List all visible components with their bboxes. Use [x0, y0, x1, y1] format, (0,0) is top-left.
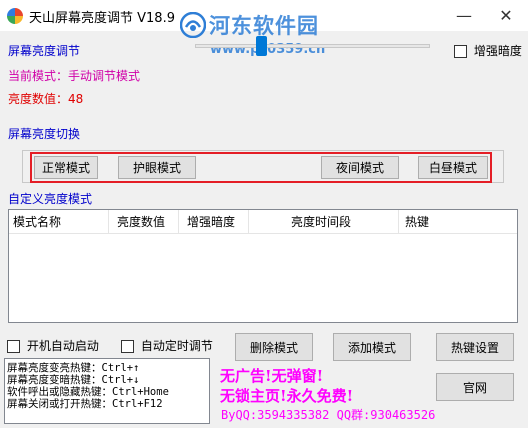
autostart-label: 开机自动启动: [26, 339, 99, 353]
hotkey-show-hide: 软件呼出或隐藏热键：Ctrl+Home: [7, 386, 169, 398]
window-title: 天山屏幕亮度调节 V18.9: [29, 11, 175, 26]
column-header-enhance-dark[interactable]: 增强暗度: [179, 210, 249, 234]
column-header-hotkey[interactable]: 热键: [399, 210, 517, 234]
brightness-label: 屏幕亮度调节: [8, 44, 81, 58]
brightness-value-text: 亮度数值：48: [8, 92, 84, 106]
watermark-logo-icon: [180, 12, 206, 38]
mode-switch-label: 屏幕亮度切换: [8, 127, 81, 141]
close-button[interactable]: ✕: [486, 0, 526, 31]
timed-adjust-label: 自动定时调节: [140, 339, 213, 353]
autostart-checkbox[interactable]: [7, 340, 20, 353]
hotkey-settings-button[interactable]: 热键设置: [436, 333, 514, 361]
contact-text: ByQQ:3594335382 QQ群:930463526: [221, 408, 436, 422]
enhance-dark-checkbox[interactable]: [454, 45, 467, 58]
promo-line-1: 无广告!无弹窗!: [220, 367, 324, 385]
custom-modes-table[interactable]: 模式名称 亮度数值 增强暗度 亮度时间段 热键: [8, 209, 518, 323]
hotkey-info-box: 屏幕亮度变亮热键：Ctrl+↑ 屏幕亮度变暗热键：Ctrl+↓ 软件呼出或隐藏热…: [4, 358, 210, 424]
hotkey-screen-toggle: 屏幕关闭或打开热键：Ctrl+F12: [7, 398, 163, 410]
app-icon: [7, 8, 23, 24]
autostart-option[interactable]: 开机自动启动: [7, 337, 99, 354]
website-button[interactable]: 官网: [436, 373, 514, 401]
column-header-brightness[interactable]: 亮度数值: [109, 210, 179, 234]
table-header: 模式名称 亮度数值 增强暗度 亮度时间段 热键: [9, 210, 517, 234]
current-mode-text: 当前模式：手动调节模式: [8, 69, 141, 83]
delete-mode-button[interactable]: 删除模式: [235, 333, 313, 361]
timed-adjust-checkbox[interactable]: [121, 340, 134, 353]
custom-modes-label: 自定义亮度模式: [8, 192, 93, 206]
hotkey-brighten: 屏幕亮度变亮热键：Ctrl+↑: [7, 362, 140, 374]
promo-line-2: 无锁主页!永久免费!: [220, 387, 354, 405]
enhance-dark-option[interactable]: 增强暗度: [454, 42, 522, 59]
highlight-frame: [30, 152, 492, 183]
minimize-button[interactable]: —: [444, 0, 484, 31]
timed-adjust-option[interactable]: 自动定时调节: [121, 337, 213, 354]
enhance-dark-label: 增强暗度: [473, 44, 522, 58]
hotkey-darken: 屏幕亮度变暗热键：Ctrl+↓: [7, 374, 140, 386]
add-mode-button[interactable]: 添加模式: [333, 333, 411, 361]
brightness-slider-track[interactable]: [195, 44, 430, 48]
column-header-time-range[interactable]: 亮度时间段: [249, 210, 399, 234]
brightness-slider-thumb[interactable]: [256, 36, 267, 56]
column-header-name[interactable]: 模式名称: [9, 210, 109, 234]
